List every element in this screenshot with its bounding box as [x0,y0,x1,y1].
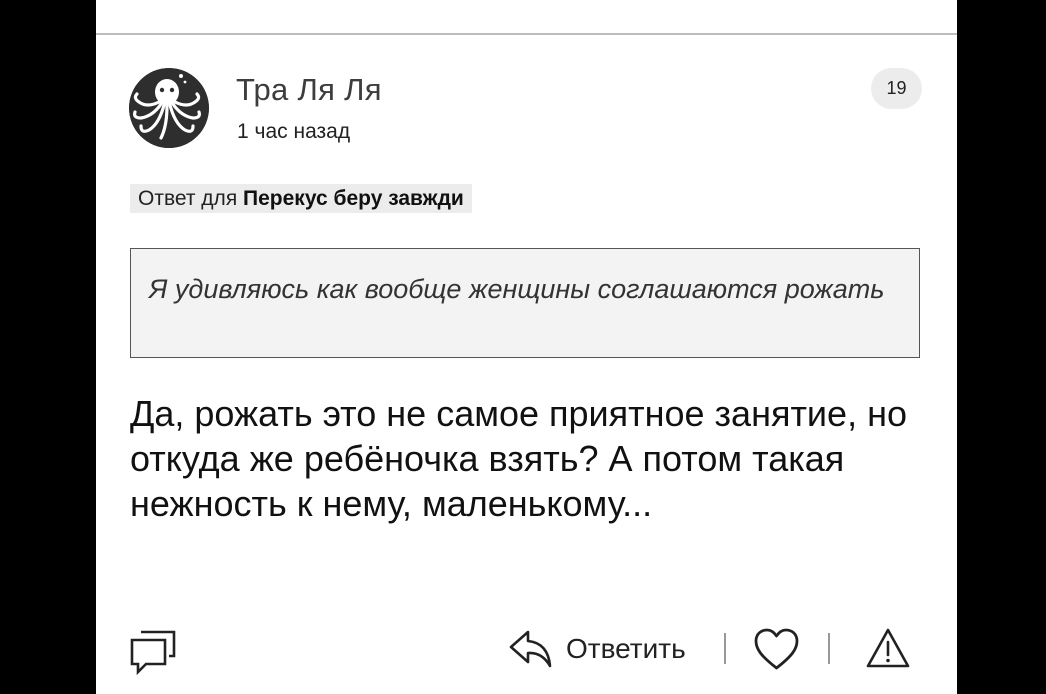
warning-triangle-icon[interactable] [865,627,911,669]
octopus-avatar-icon[interactable] [129,68,209,148]
previous-row-text-fragment-2 [772,0,788,4]
likes-count-badge: 19 [871,68,922,109]
comment-card: Тра Ля Ля 1 час назад 19 Ответ для Перек… [96,0,957,694]
reply-to-label[interactable]: Ответ для Перекус беру завжди [130,184,472,213]
author-name[interactable]: Тра Ля Ля [236,72,382,108]
reply-arrow-icon[interactable] [508,629,554,669]
divider [96,33,957,35]
comments-icon[interactable] [129,626,179,676]
reply-button[interactable]: Ответить [566,633,686,665]
divider [828,633,830,664]
reply-to-prefix: Ответ для [138,187,238,210]
heart-icon[interactable] [753,627,800,671]
reply-to-name[interactable]: Перекус беру завжди [243,187,464,210]
quoted-text: Я удивляюсь как вообще женщины соглашают… [149,274,885,304]
previous-row-icon-fragment [138,0,158,4]
quoted-comment: Я удивляюсь как вообще женщины соглашают… [130,248,920,358]
divider [724,633,726,664]
previous-row-text-fragment [540,0,554,4]
post-time: 1 час назад [237,120,351,143]
comment-body: Да, рожать это не самое приятное занятие… [130,393,907,524]
likes-count: 19 [886,78,907,98]
